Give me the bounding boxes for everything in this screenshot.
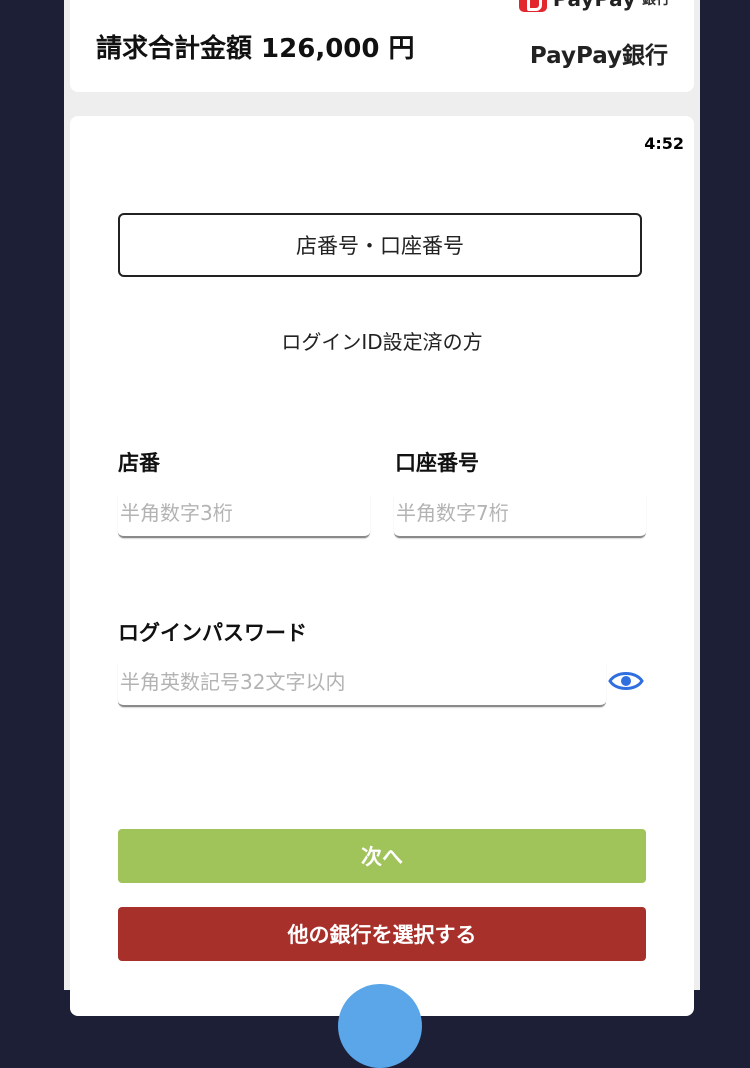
logo-text: PayPay <box>553 0 636 11</box>
login-form-card: 4:52 店番号・口座番号 ログインID設定済の方 店番 口座番号 ログインパス… <box>70 116 694 1068</box>
tab-branch-account[interactable]: 店番号・口座番号 <box>118 213 642 277</box>
paypay-bank-logo: PayPay 銀行 <box>518 0 670 12</box>
password-label: ログインパスワード <box>118 621 307 645</box>
password-input[interactable] <box>118 659 606 707</box>
eye-icon[interactable] <box>606 664 646 698</box>
next-button[interactable]: 次へ <box>118 829 646 883</box>
branch-input[interactable] <box>118 490 370 538</box>
login-id-link[interactable]: ログインID設定済の方 <box>70 326 694 355</box>
session-timer: 4:52 <box>644 134 684 153</box>
billing-header: 請求合計金額 126,000 円 PayPay 銀行 PayPay銀行 <box>70 0 694 92</box>
account-number-label: 口座番号 <box>395 451 479 475</box>
select-other-bank-button[interactable]: 他の銀行を選択する <box>118 907 646 961</box>
paypay-logo-icon <box>518 0 547 12</box>
floating-action-button[interactable] <box>338 984 422 1068</box>
branch-label: 店番 <box>118 451 160 475</box>
bank-name: PayPay銀行 <box>529 43 668 69</box>
logo-subtext: 銀行 <box>642 0 670 8</box>
billing-total: 請求合計金額 126,000 円 <box>96 34 415 64</box>
account-number-input[interactable] <box>394 490 646 538</box>
